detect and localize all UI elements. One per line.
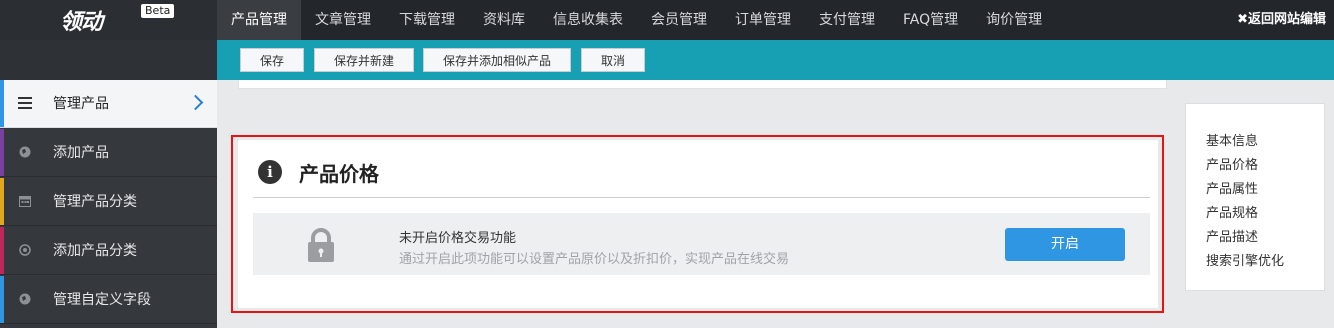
sidebar-item-manage-categories[interactable]: 管理产品分类 [0, 178, 217, 226]
nav-tab-inquiries[interactable]: 询价管理 [972, 0, 1056, 40]
nav-tab-orders[interactable]: 订单管理 [721, 0, 805, 40]
sidebar-item-manage-products[interactable]: 管理产品 [0, 80, 217, 128]
return-to-site-editor-link[interactable]: ✖返回网站编辑 [1237, 0, 1326, 40]
sidebar-header [0, 40, 217, 80]
anchor-product-description[interactable]: 产品描述 [1206, 226, 1258, 245]
anchor-seo[interactable]: 搜索引擎优化 [1206, 250, 1284, 269]
save-button[interactable]: 保存 [240, 48, 304, 72]
sidebar-item-label: 添加产品分类 [53, 243, 137, 259]
nav-tab-library[interactable]: 资料库 [469, 0, 539, 40]
sidebar-item-custom-fields[interactable]: 管理自定义字段 [0, 276, 217, 324]
nav-tab-forms[interactable]: 信息收集表 [539, 0, 637, 40]
previous-section-card [238, 80, 1167, 89]
globe-icon [18, 146, 32, 160]
sidebar-item-label: 添加产品 [53, 145, 109, 161]
highlight-box [231, 135, 1164, 313]
sidebar-item-label: 管理产品分类 [53, 194, 137, 210]
sidebar: 管理产品 添加产品 管理产品分类 添加产品分类 管理自定义字段 [0, 80, 217, 328]
nav-tab-products[interactable]: 产品管理 [217, 0, 301, 40]
sidebar-item-label: 管理产品 [53, 96, 109, 112]
sidebar-item-add-product[interactable]: 添加产品 [0, 129, 217, 177]
section-anchor-panel: 基本信息 产品价格 产品属性 产品规格 产品描述 搜索引擎优化 [1185, 103, 1325, 291]
main-nav: 产品管理 文章管理 下载管理 资料库 信息收集表 会员管理 订单管理 支付管理 … [217, 0, 1056, 40]
logo-text: 领动 [60, 9, 103, 35]
sidebar-item-accent [0, 276, 4, 323]
sidebar-item-label: 管理自定义字段 [53, 292, 151, 308]
nav-tab-articles[interactable]: 文章管理 [301, 0, 385, 40]
anchor-product-specs[interactable]: 产品规格 [1206, 202, 1258, 221]
beta-badge: Beta [141, 4, 175, 18]
nav-tab-members[interactable]: 会员管理 [637, 0, 721, 40]
chevron-right-icon [187, 94, 204, 111]
sidebar-item-add-category[interactable]: 添加产品分类 [0, 227, 217, 275]
action-toolbar: 保存 保存并新建 保存并添加相似产品 取消 [217, 40, 1334, 80]
anchor-product-attributes[interactable]: 产品属性 [1206, 178, 1258, 197]
sidebar-item-accent [0, 178, 4, 225]
target-icon [18, 243, 32, 258]
globe-icon [18, 293, 32, 307]
sidebar-item-accent [0, 129, 4, 176]
nav-tab-faq[interactable]: FAQ管理 [889, 0, 972, 40]
save-and-add-similar-button[interactable]: 保存并添加相似产品 [423, 48, 571, 72]
logo[interactable]: 领动 Beta [0, 0, 217, 40]
nav-tab-payments[interactable]: 支付管理 [805, 0, 889, 40]
anchor-product-price[interactable]: 产品价格 [1206, 154, 1258, 173]
anchor-basic-info[interactable]: 基本信息 [1206, 130, 1258, 149]
calendar-icon [18, 195, 32, 209]
cancel-button[interactable]: 取消 [581, 48, 645, 72]
sidebar-item-accent [0, 80, 4, 127]
top-navbar: 领动 Beta 产品管理 文章管理 下载管理 资料库 信息收集表 会员管理 订单… [0, 0, 1334, 40]
save-and-new-button[interactable]: 保存并新建 [314, 48, 414, 72]
nav-tab-downloads[interactable]: 下载管理 [385, 0, 469, 40]
list-icon [18, 96, 32, 111]
sidebar-item-accent [0, 227, 4, 274]
